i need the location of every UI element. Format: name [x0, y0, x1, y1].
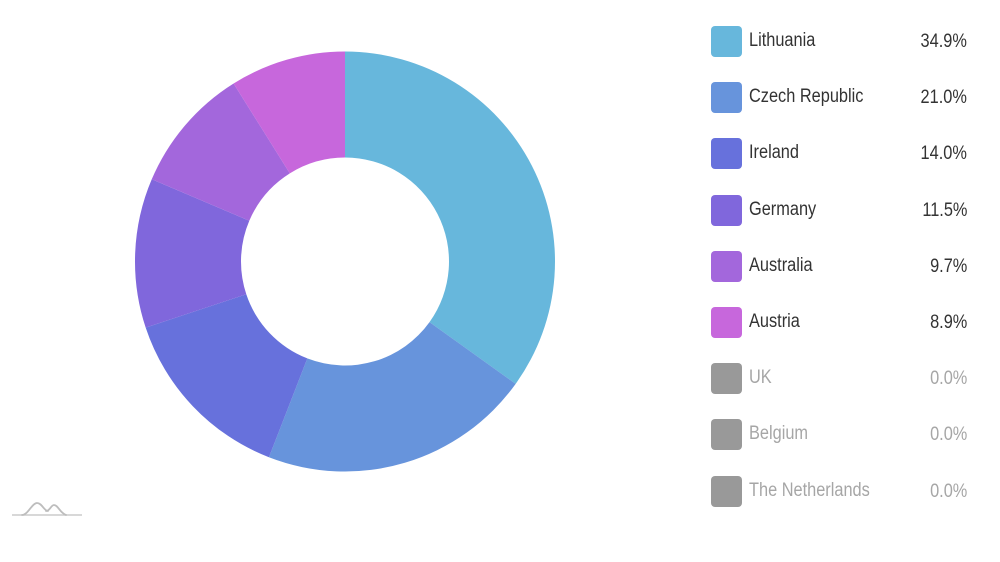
legend-item-the-netherlands[interactable]: The Netherlands 0.0% — [711, 475, 981, 507]
legend-label: Lithuania — [749, 30, 816, 51]
legend-label: UK — [749, 367, 772, 389]
legend-item-australia[interactable]: Australia 9.7% — [711, 250, 981, 282]
amcharts-logo-icon[interactable] — [10, 496, 84, 520]
legend-item-belgium[interactable]: Belgium 0.0% — [711, 419, 981, 451]
legend-label: Belgium — [749, 423, 809, 445]
legend-marker — [711, 138, 742, 170]
chart-legend: Lithuania 34.9% Czech Republic 21.0% Ire… — [711, 26, 981, 532]
legend-item-ireland[interactable]: Ireland 14.0% — [711, 138, 981, 170]
legend-item-czech-republic[interactable]: Czech Republic 21.0% — [711, 82, 981, 114]
legend-item-germany[interactable]: Germany 11.5% — [711, 194, 981, 226]
legend-value: 21.0% — [920, 87, 967, 109]
legend-item-lithuania[interactable]: Lithuania 34.9% — [711, 26, 981, 57]
legend-item-uk[interactable]: UK 0.0% — [711, 363, 981, 395]
legend-item-austria[interactable]: Austria 8.9% — [711, 306, 981, 338]
legend-marker — [711, 82, 742, 114]
donut-slices — [135, 51, 556, 472]
legend-marker — [711, 250, 742, 282]
legend-marker — [711, 26, 742, 57]
legend-marker — [711, 419, 742, 451]
legend-value: 0.0% — [929, 424, 967, 446]
legend-value: 8.9% — [929, 311, 967, 333]
legend-marker — [711, 363, 742, 395]
legend-value: 11.5% — [921, 199, 967, 221]
legend-marker — [711, 194, 742, 226]
legend-label: Germany — [749, 198, 817, 220]
legend-label: The Netherlands — [749, 479, 870, 501]
legend-value: 14.0% — [920, 143, 967, 165]
legend-label: Australia — [749, 254, 813, 276]
legend-label: Austria — [749, 310, 800, 332]
legend-label: Czech Republic — [749, 86, 864, 108]
legend-value: 0.0% — [929, 480, 967, 502]
legend-label: Ireland — [749, 142, 799, 164]
legend-value: 34.9% — [920, 31, 967, 52]
legend-value: 9.7% — [929, 255, 967, 277]
legend-marker — [711, 306, 742, 338]
legend-value: 0.0% — [929, 368, 967, 390]
legend-marker — [711, 475, 742, 507]
donut-chart — [135, 51, 556, 472]
slice-lithuania[interactable] — [345, 51, 556, 384]
